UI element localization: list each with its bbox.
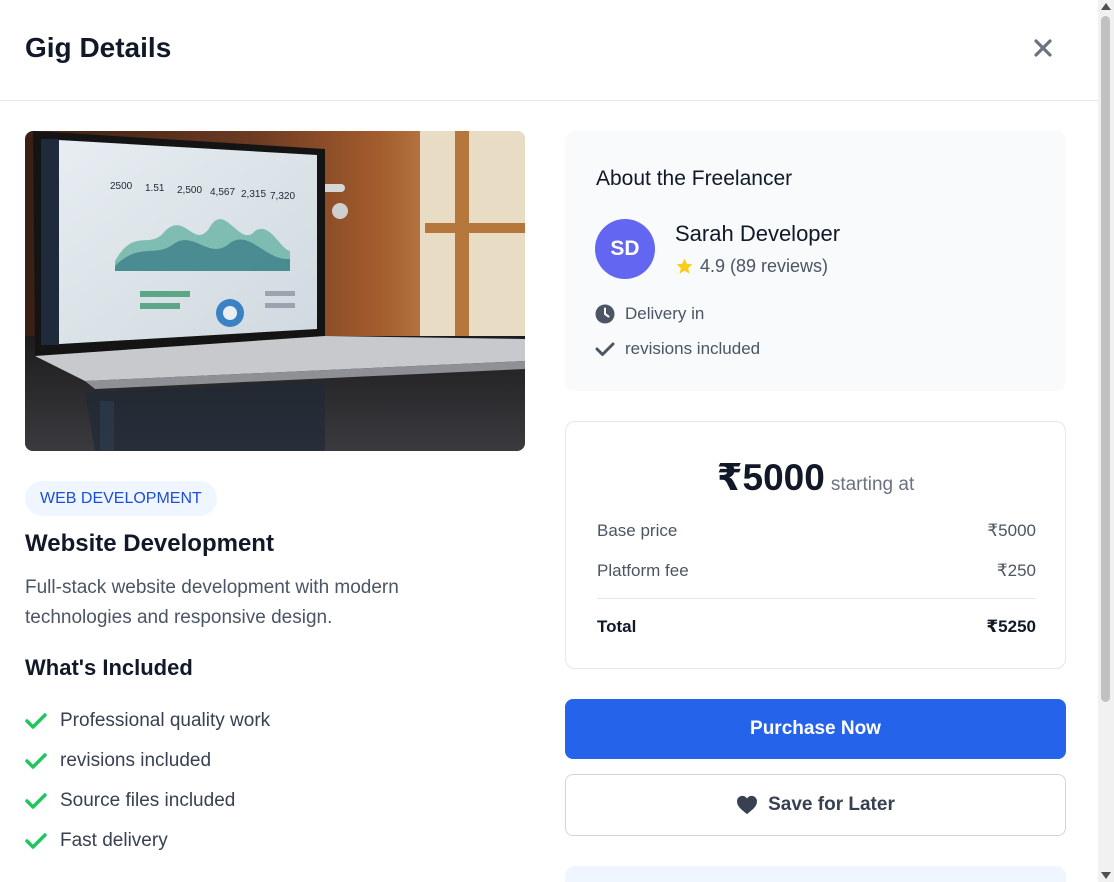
price-display: ₹5000 starting at bbox=[566, 456, 1065, 499]
check-icon bbox=[25, 792, 60, 810]
check-icon bbox=[595, 342, 615, 356]
gig-description: Full-stack website development with mode… bbox=[25, 577, 399, 628]
price-row-value: ₹5000 bbox=[987, 521, 1036, 540]
price-suffix: starting at bbox=[830, 474, 915, 495]
check-icon bbox=[25, 752, 60, 770]
rating-text: 4.9 (89 reviews) bbox=[700, 256, 829, 276]
avatar: SD bbox=[595, 219, 655, 279]
freelancer-name: Sarah Developer bbox=[675, 221, 841, 246]
info-card bbox=[565, 866, 1066, 882]
list-item: Source files included bbox=[25, 781, 270, 821]
list-item: revisions included bbox=[25, 741, 270, 781]
divider bbox=[597, 598, 1036, 599]
price-row-label: Base price bbox=[597, 521, 678, 540]
pricing-card: ₹5000 starting at Base price ₹5000 Platfo… bbox=[565, 421, 1066, 669]
svg-text:7,320: 7,320 bbox=[270, 191, 295, 202]
total-value: ₹5250 bbox=[986, 617, 1036, 636]
scroll-up-icon[interactable] bbox=[1101, 3, 1111, 10]
included-item-label: revisions included bbox=[60, 750, 212, 771]
delivery-row: Delivery in bbox=[595, 304, 704, 324]
list-item: Professional quality work bbox=[25, 701, 270, 741]
freelancer-card: About the Freelancer SD Sarah Developer … bbox=[565, 131, 1066, 391]
included-item-label: Fast delivery bbox=[60, 830, 168, 851]
clock-icon bbox=[595, 304, 615, 324]
purchase-button[interactable]: Purchase Now bbox=[565, 699, 1066, 759]
price-row-label: Platform fee bbox=[597, 561, 689, 580]
price-row-value: ₹250 bbox=[996, 561, 1036, 580]
star-icon bbox=[676, 258, 693, 274]
gig-image: 2500 1.51 2,500 4,567 2,315 7,320 bbox=[25, 131, 525, 451]
gig-title: Website Development bbox=[25, 530, 274, 557]
freelancer-rating: 4.9 (89 reviews) bbox=[675, 256, 828, 277]
list-item: Fast delivery bbox=[25, 821, 270, 861]
included-item-label: Source files included bbox=[60, 790, 236, 811]
check-icon bbox=[25, 712, 60, 730]
price-row-fee: Platform fee ₹250 bbox=[597, 561, 1036, 581]
freelancer-heading: About the Freelancer bbox=[596, 167, 793, 190]
category-badge: WEB DEVELOPMENT bbox=[25, 481, 217, 516]
price-amount: ₹5000 bbox=[716, 457, 825, 498]
save-label: Save for Later bbox=[768, 794, 895, 815]
svg-text:4,567: 4,567 bbox=[210, 187, 235, 198]
included-item-label: Professional quality work bbox=[60, 710, 271, 731]
scrollbar[interactable] bbox=[1098, 0, 1114, 882]
svg-text:1.51: 1.51 bbox=[145, 183, 165, 194]
check-icon bbox=[25, 832, 60, 850]
svg-text:2,500: 2,500 bbox=[177, 185, 202, 196]
heart-icon bbox=[737, 795, 758, 815]
price-row-base: Base price ₹5000 bbox=[597, 521, 1036, 541]
delivery-text: Delivery in bbox=[625, 304, 705, 323]
included-list: Professional quality work revisions incl… bbox=[25, 701, 270, 861]
scroll-down-icon[interactable] bbox=[1101, 872, 1111, 879]
scrollbar-thumb[interactable] bbox=[1101, 16, 1110, 702]
svg-text:2,315: 2,315 bbox=[241, 189, 266, 200]
revisions-row: revisions included bbox=[595, 339, 760, 359]
close-button[interactable] bbox=[1031, 34, 1055, 62]
svg-text:2500: 2500 bbox=[110, 181, 133, 192]
included-heading: What's Included bbox=[25, 655, 193, 680]
revisions-text: revisions included bbox=[625, 339, 761, 358]
total-label: Total bbox=[597, 617, 637, 636]
save-for-later-button[interactable]: Save for Later bbox=[565, 774, 1066, 836]
modal-header: Gig Details bbox=[0, 0, 1098, 101]
price-row-total: Total ₹5250 bbox=[597, 617, 1036, 637]
modal-title: Gig Details bbox=[25, 32, 172, 63]
close-icon bbox=[1034, 39, 1052, 57]
